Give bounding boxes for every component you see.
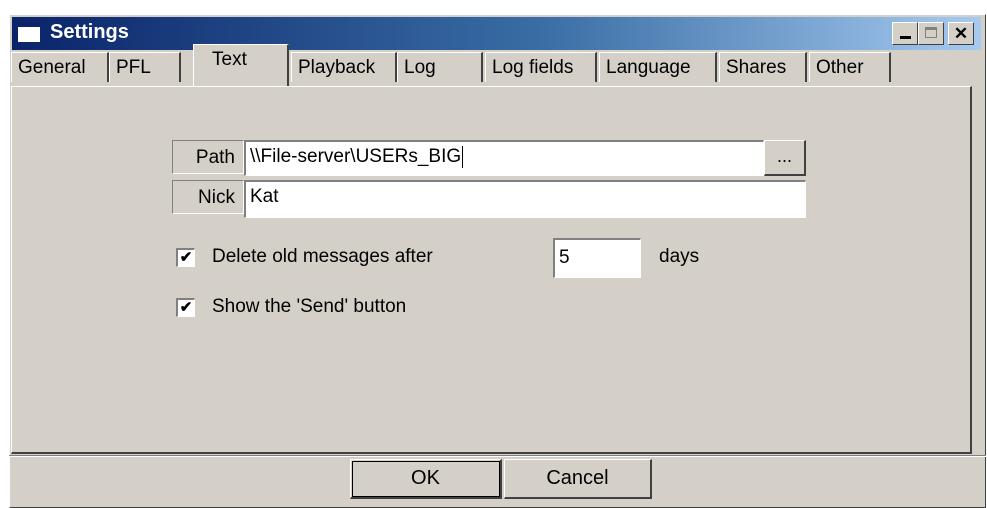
delete-old-checkbox[interactable]: ✔ — [176, 248, 195, 267]
close-button[interactable]: ✕ — [948, 22, 974, 45]
show-send-checkbox[interactable]: ✔ — [176, 298, 195, 317]
cancel-button[interactable]: Cancel — [504, 459, 652, 499]
nick-label: Nick — [172, 180, 244, 214]
maximize-icon — [925, 27, 937, 38]
tab-language[interactable]: Language — [599, 52, 717, 82]
days-unit-label: days — [659, 246, 700, 267]
tab-log-fields[interactable]: Log fields — [485, 52, 597, 82]
path-label: Path — [172, 140, 244, 174]
tab-pfl[interactable]: PFL — [109, 52, 181, 82]
close-icon: ✕ — [953, 24, 969, 43]
days-value: 5 — [559, 247, 570, 268]
nick-value: Kat — [250, 186, 279, 207]
window-title: Settings — [50, 21, 129, 43]
window-icon — [18, 23, 40, 42]
tab-playback[interactable]: Playback — [291, 52, 397, 82]
tab-shares[interactable]: Shares — [719, 52, 807, 82]
minimize-icon — [900, 36, 911, 39]
ok-button[interactable]: OK — [350, 459, 502, 499]
tab-log[interactable]: Log — [397, 52, 483, 82]
delete-old-label: Delete old messages after — [212, 246, 433, 267]
path-field[interactable]: \\File-server\USERs_BIG — [244, 140, 764, 176]
footer-divider — [9, 455, 986, 457]
path-value: \\File-server\USERs_BIG — [250, 146, 462, 167]
tab-text[interactable]: Text — [193, 44, 289, 86]
maximize-button[interactable] — [918, 22, 944, 45]
title-bar[interactable]: Settings ✕ — [12, 17, 981, 50]
tab-general[interactable]: General — [11, 52, 109, 82]
show-send-label: Show the 'Send' button — [212, 296, 407, 317]
tab-other[interactable]: Other — [809, 52, 891, 82]
minimize-button[interactable] — [892, 22, 918, 45]
browse-button[interactable]: ... — [764, 140, 806, 176]
nick-field[interactable]: Kat — [244, 180, 806, 218]
text-caret — [462, 145, 464, 168]
days-input[interactable]: 5 — [553, 238, 641, 278]
